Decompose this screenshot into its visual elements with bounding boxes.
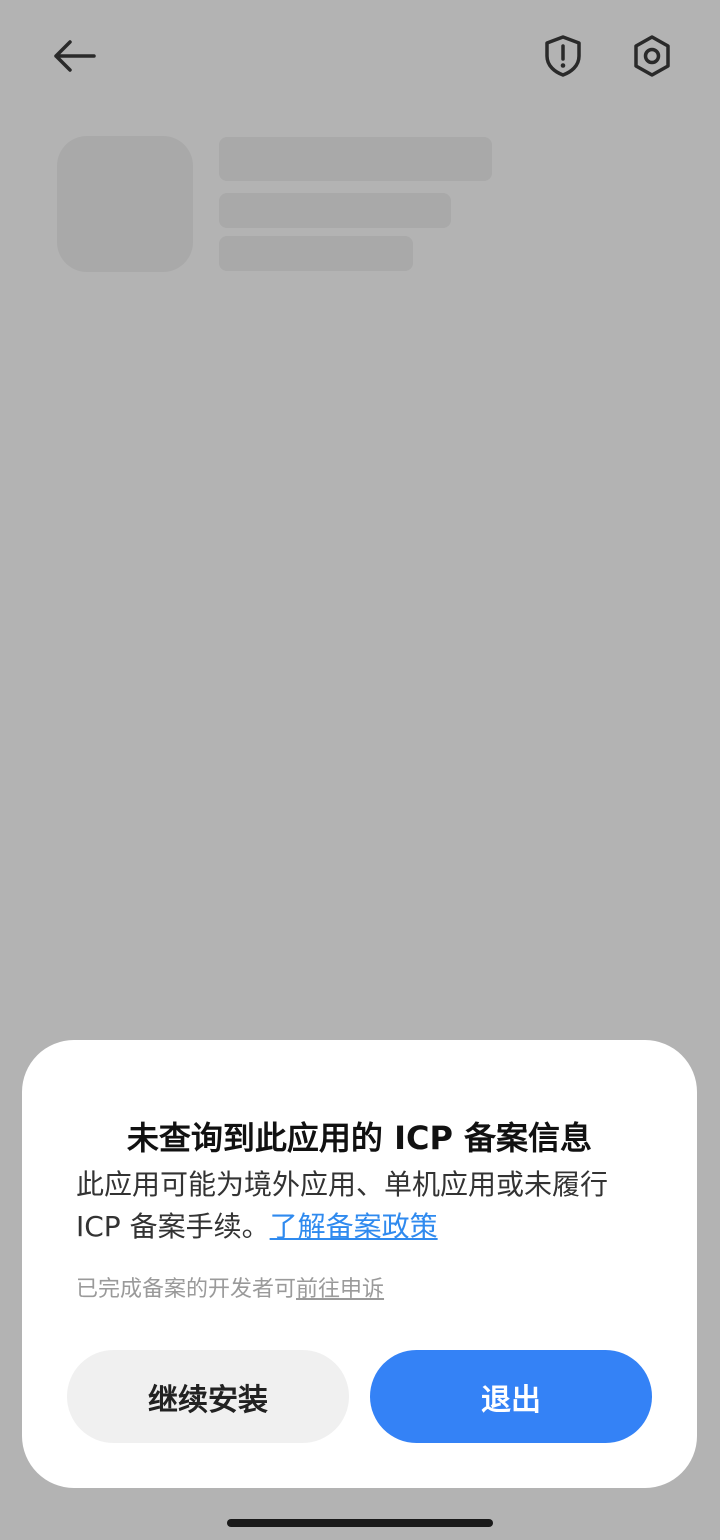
dialog-title: 未查询到此应用的 ICP 备案信息 <box>126 1119 593 1157</box>
gear-icon <box>634 35 670 77</box>
appeal-text: 已完成备案的开发者可 <box>76 1277 297 1302</box>
app-name-placeholder <box>219 137 492 181</box>
top-bar <box>0 0 720 110</box>
arrow-left-icon <box>54 40 96 72</box>
continue-install-button[interactable]: 继续安装 <box>67 1350 349 1443</box>
settings-button[interactable] <box>622 26 682 86</box>
appeal-note: 已完成备案的开发者可前往申诉 <box>76 1275 646 1305</box>
shield-exclamation-icon <box>545 35 581 77</box>
exit-button[interactable]: 退出 <box>370 1350 652 1443</box>
app-info-placeholder <box>219 236 413 271</box>
appeal-link[interactable]: 前往申诉 <box>296 1277 384 1302</box>
policy-link[interactable]: 了解备案政策 <box>270 1210 438 1243</box>
dialog-description: 此应用可能为境外应用、单机应用或未履行 ICP 备案手续。了解备案政策 <box>76 1164 646 1248</box>
app-icon-placeholder <box>57 136 193 272</box>
home-indicator[interactable] <box>227 1519 493 1527</box>
icp-warning-dialog: 未查询到此应用的 ICP 备案信息 此应用可能为境外应用、单机应用或未履行 IC… <box>22 1040 697 1488</box>
app-info-placeholder <box>219 193 451 228</box>
back-button[interactable] <box>44 26 104 86</box>
security-button[interactable] <box>533 26 593 86</box>
